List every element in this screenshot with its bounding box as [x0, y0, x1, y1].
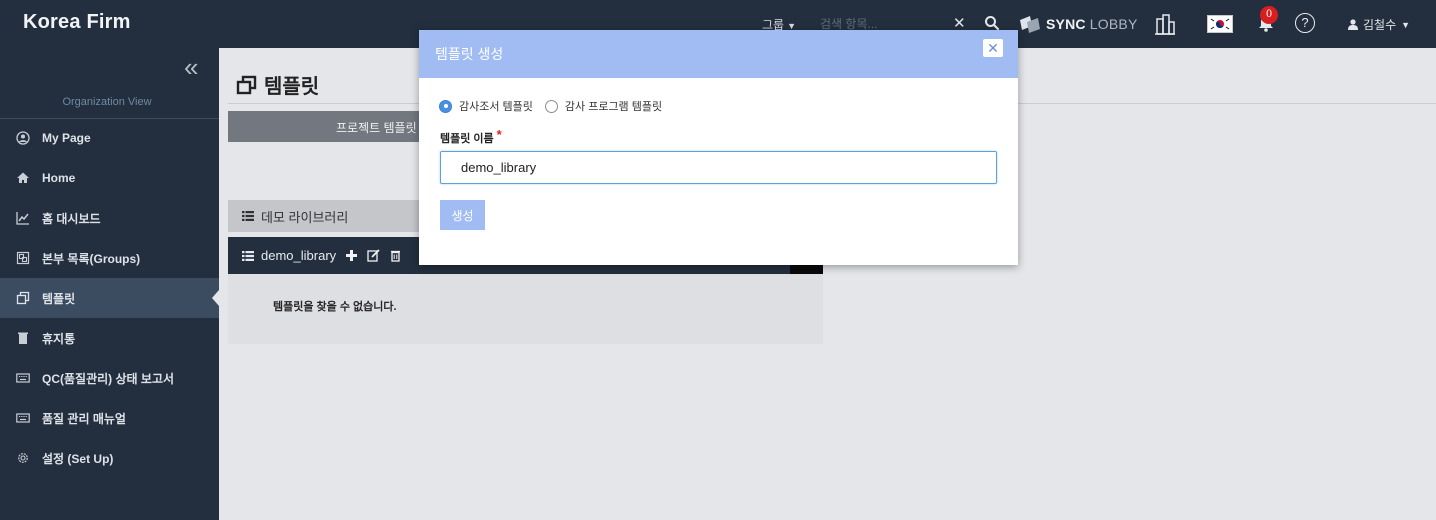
radio-audit-program-template-label[interactable]: 감사 프로그램 템플릿 [565, 98, 662, 114]
radio-workpaper-template-label[interactable]: 감사조서 템플릿 [459, 98, 533, 114]
radio-workpaper-template[interactable] [439, 99, 452, 113]
close-icon[interactable]: ✕ [983, 39, 1003, 57]
create-template-modal: 템플릿 생성 ✕ 감사조서 템플릿 감사 프로그램 템플릿 템플릿 이름* 생성 [419, 30, 1018, 265]
template-type-radio-group: 감사조서 템플릿 감사 프로그램 템플릿 [439, 98, 662, 114]
template-name-label: 템플릿 이름 * [440, 127, 502, 146]
template-name-label-text: 템플릿 이름 [440, 133, 494, 145]
modal-title: 템플릿 생성 [435, 46, 504, 62]
modal-header: 템플릿 생성 ✕ [419, 30, 1018, 78]
create-button[interactable]: 생성 [440, 200, 485, 230]
template-name-input[interactable] [440, 151, 997, 184]
required-mark: * [496, 127, 502, 142]
radio-audit-program-template[interactable] [544, 99, 558, 113]
